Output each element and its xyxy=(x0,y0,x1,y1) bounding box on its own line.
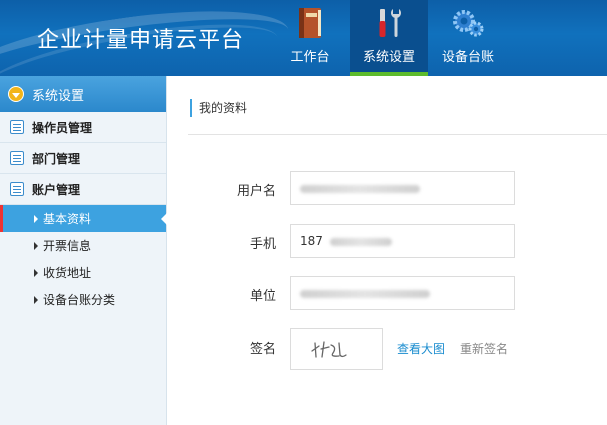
nav-label: 系统设置 xyxy=(362,50,415,65)
company-row: 单位 xyxy=(168,276,607,310)
app-title: 企业计量申请云平台 xyxy=(37,28,245,53)
nav-label: 设备台账 xyxy=(441,50,494,65)
sidebar-header-label: 系统设置 xyxy=(32,88,85,104)
book-icon xyxy=(299,8,321,38)
nav-label: 工作台 xyxy=(290,50,330,65)
list-icon xyxy=(10,182,24,196)
sidebar-subitem-label: 开票信息 xyxy=(43,239,92,253)
signature-row: 签名 查看大图 重新签名 xyxy=(168,328,607,370)
company-label: 单位 xyxy=(249,289,276,304)
company-field[interactable] xyxy=(290,276,515,310)
sidebar-header[interactable]: 系统设置 xyxy=(0,76,166,112)
sidebar-subitem-label: 收货地址 xyxy=(43,266,92,280)
sidebar-subitem-shipping-address[interactable]: 收货地址 xyxy=(0,259,166,286)
chevron-down-icon xyxy=(8,86,24,102)
signature-image[interactable] xyxy=(290,328,383,370)
list-icon xyxy=(10,151,24,165)
sidebar-item-department-management[interactable]: 部门管理 xyxy=(0,143,166,174)
sidebar-subitem-invoice-info[interactable]: 开票信息 xyxy=(0,232,166,259)
divider xyxy=(188,134,607,135)
redacted-text xyxy=(329,237,392,246)
sidebar-subitem-basic-info[interactable]: 基本资料 xyxy=(0,205,167,232)
app-header: 企业计量申请云平台 工作台 系统设置 设备台账 xyxy=(0,0,607,76)
caret-right-icon xyxy=(34,214,38,223)
caret-right-icon xyxy=(34,295,38,304)
sidebar-item-label: 部门管理 xyxy=(32,151,81,166)
phone-row: 手机 187 xyxy=(168,224,607,258)
phone-label: 手机 xyxy=(249,237,276,252)
nav-system-settings[interactable]: 系统设置 xyxy=(350,0,428,76)
sidebar-item-label: 账户管理 xyxy=(32,182,81,197)
caret-right-icon xyxy=(34,268,38,277)
username-label: 用户名 xyxy=(236,184,276,199)
sidebar-subitem-equipment-category[interactable]: 设备台账分类 xyxy=(0,286,166,313)
phone-field[interactable]: 187 xyxy=(290,224,515,258)
caret-right-icon xyxy=(34,241,38,250)
signature-label: 签名 xyxy=(249,342,276,357)
list-icon xyxy=(10,120,24,134)
username-row: 用户名 xyxy=(168,171,607,205)
signature-scribble xyxy=(311,341,347,358)
page-title: 我的资料 xyxy=(190,99,247,117)
redacted-text xyxy=(300,184,420,193)
sidebar: 系统设置 操作员管理 部门管理 账户管理 基本资料 开票信息 收货地址 设备台账… xyxy=(0,76,167,425)
nav-equipment-ledger[interactable]: 设备台账 xyxy=(429,0,507,76)
username-field[interactable] xyxy=(290,171,515,205)
sidebar-item-account-management[interactable]: 账户管理 xyxy=(0,174,166,205)
sidebar-item-label: 操作员管理 xyxy=(32,120,93,135)
main-content: 我的资料 用户名 手机 187 单位 签名 查看大图 重新签名 xyxy=(168,76,607,425)
tools-icon xyxy=(379,9,401,37)
nav-workbench[interactable]: 工作台 xyxy=(271,0,349,76)
sidebar-item-operator-management[interactable]: 操作员管理 xyxy=(0,112,166,143)
resign-link[interactable]: 重新签名 xyxy=(460,340,508,357)
sidebar-subitem-label: 基本资料 xyxy=(43,212,92,226)
gears-icon xyxy=(453,10,484,37)
phone-value: 187 xyxy=(300,234,323,248)
sidebar-subitem-label: 设备台账分类 xyxy=(43,293,116,307)
view-large-link[interactable]: 查看大图 xyxy=(397,340,445,357)
redacted-text xyxy=(300,289,430,298)
